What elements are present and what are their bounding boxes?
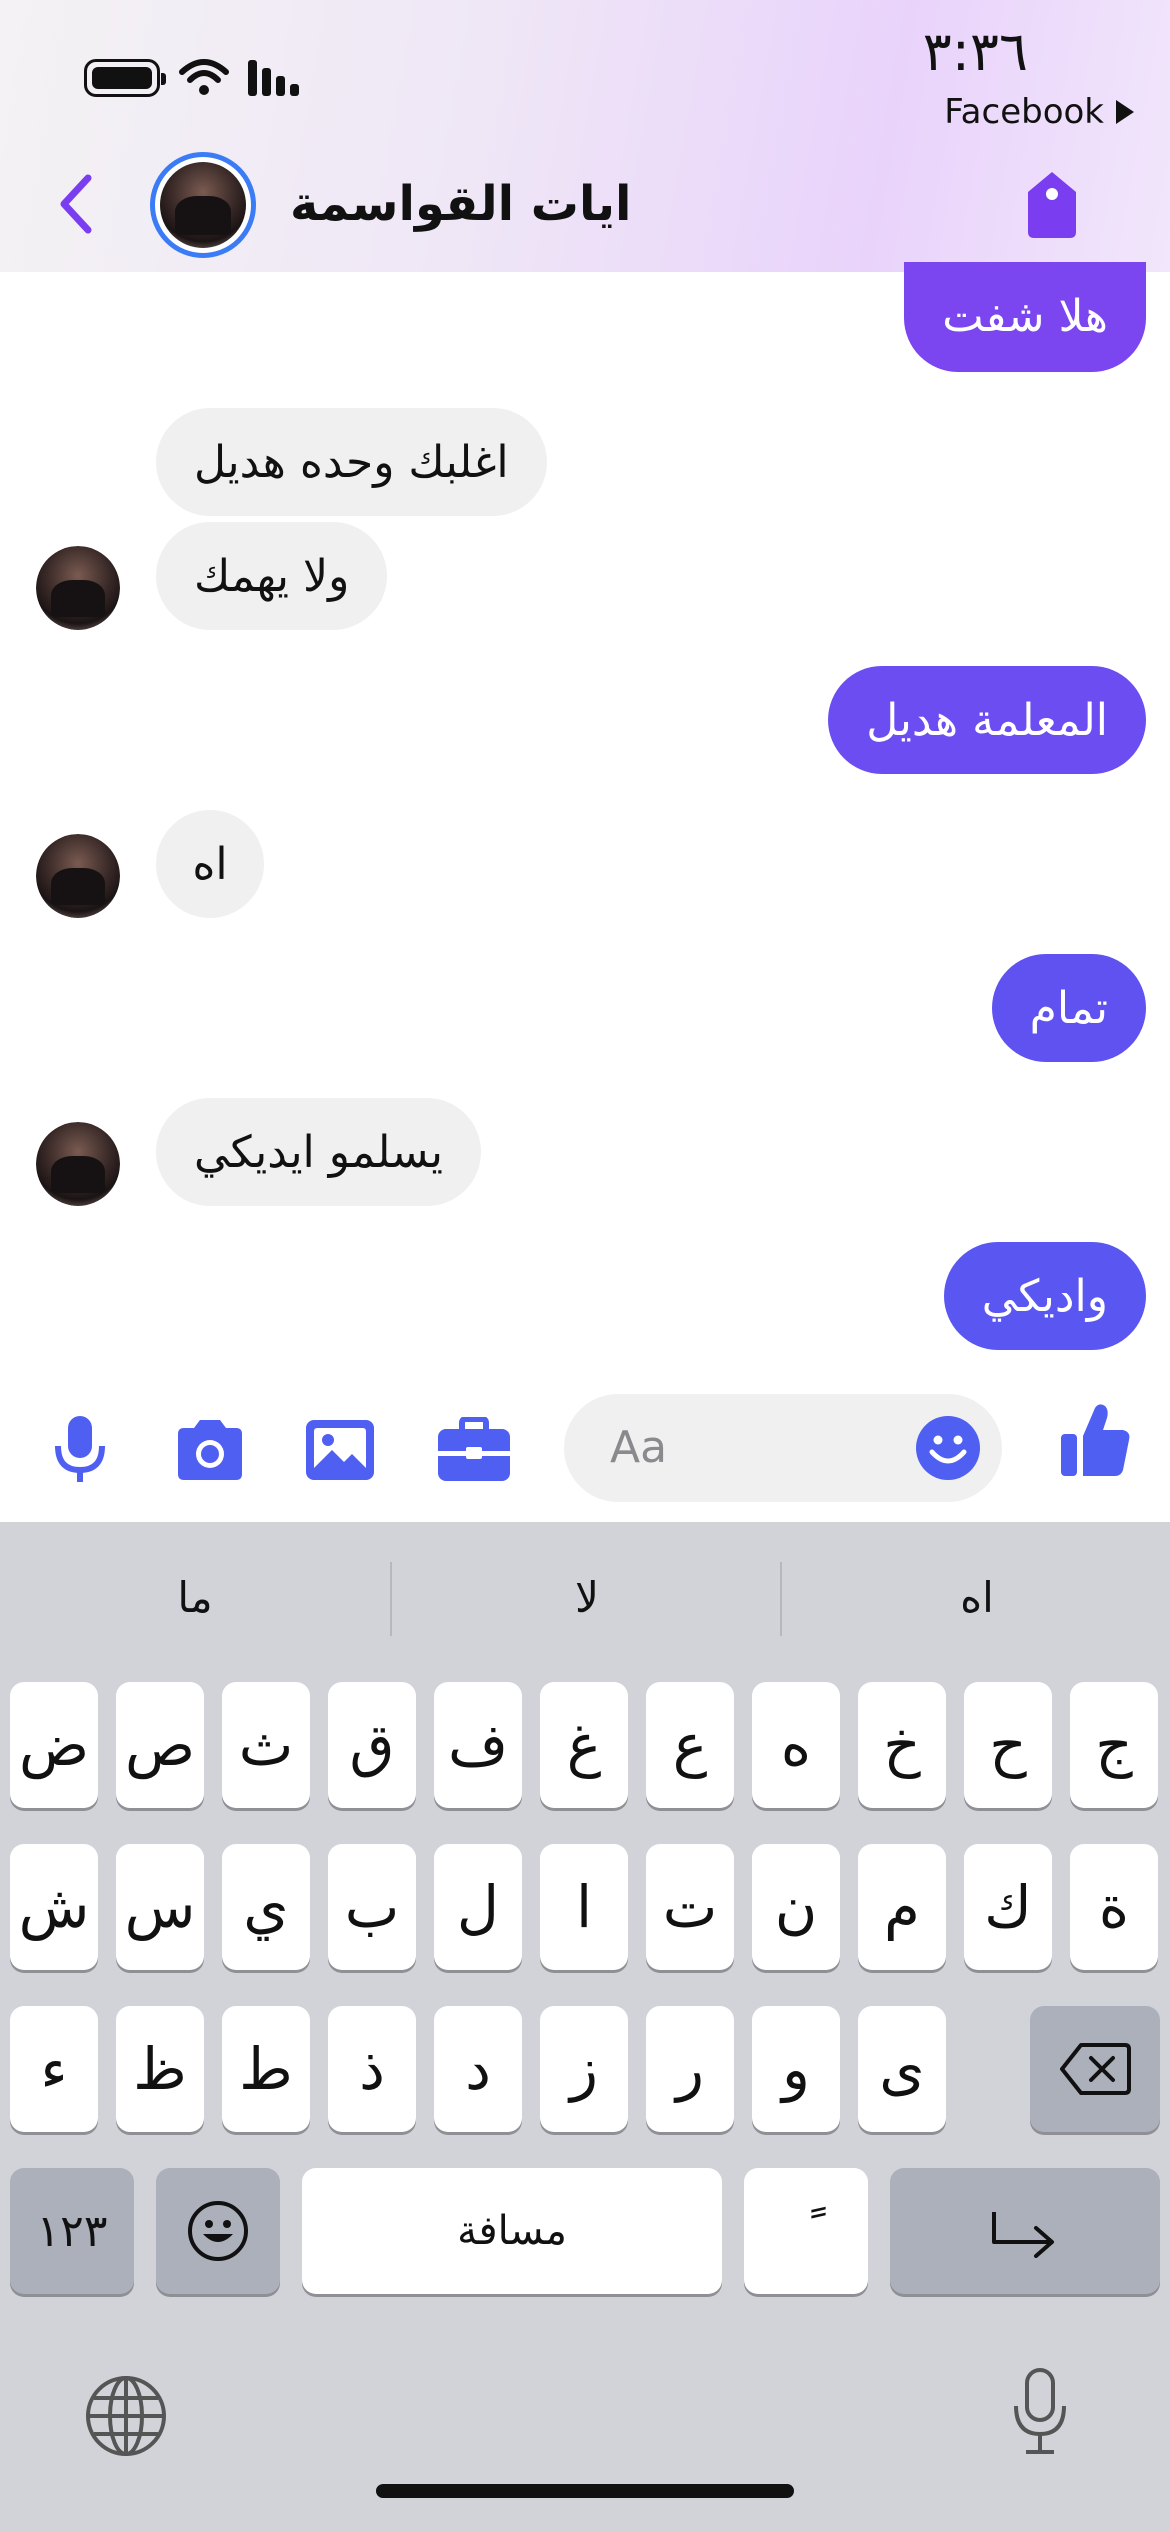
numbers-key[interactable]: ١٢٣ (10, 2168, 134, 2294)
suggestion[interactable]: لا (392, 1522, 782, 1672)
suggestion-bar: ما لا اه (0, 1522, 1170, 1672)
key[interactable]: ر (646, 2006, 734, 2132)
suggestion[interactable]: اه (782, 1522, 1170, 1672)
image-icon (306, 1420, 374, 1480)
return-key[interactable] (890, 2168, 1160, 2294)
key[interactable]: ح (964, 1682, 1052, 1808)
thumbs-up-icon (1061, 1404, 1130, 1476)
key[interactable]: ذ (328, 2006, 416, 2132)
key[interactable]: غ (540, 1682, 628, 1808)
key[interactable]: و (752, 2006, 840, 2132)
home-indicator[interactable] (376, 2484, 794, 2498)
key[interactable]: ء (10, 2006, 98, 2132)
key[interactable]: ع (646, 1682, 734, 1808)
wifi-icon (179, 59, 229, 95)
sender-avatar[interactable] (36, 546, 120, 630)
battery-icon (84, 59, 166, 97)
signal-icon (248, 60, 299, 96)
key[interactable]: ف (434, 1682, 522, 1808)
keyboard: ما لا اه ض ص ث ق ف غ ع ه خ ح ج ش س ي ب ل… (0, 1522, 1170, 2532)
gallery-button[interactable] (300, 1410, 380, 1490)
return-arrow-icon (992, 2212, 1054, 2258)
microphone-button[interactable] (40, 1410, 120, 1490)
key[interactable]: ض (10, 1682, 98, 1808)
key[interactable]: ط (222, 2006, 310, 2132)
key[interactable]: ص (116, 1682, 204, 1808)
message-incoming[interactable]: يسلمو ايديكي (156, 1098, 482, 1206)
key[interactable]: ز (540, 2006, 628, 2132)
key[interactable]: د (434, 2006, 522, 2132)
message-outgoing[interactable]: المعلمة هديل (828, 666, 1146, 774)
camera-icon (178, 1420, 242, 1480)
key[interactable]: س (116, 1844, 204, 1970)
briefcase-icon (438, 1417, 510, 1481)
key[interactable]: ل (434, 1844, 522, 1970)
emoji-face-icon (188, 2201, 248, 2261)
sender-avatar[interactable] (36, 1122, 120, 1206)
key[interactable]: ي (222, 1844, 310, 1970)
key[interactable]: ى (858, 2006, 946, 2132)
message-outgoing[interactable]: هلا شفت (904, 262, 1146, 372)
space-key[interactable]: مسافة (302, 2168, 722, 2294)
dictation-mic-icon[interactable] (1010, 2366, 1070, 2458)
chat-title[interactable]: ايات القواسمة (290, 176, 632, 232)
microphone-icon (55, 1416, 105, 1482)
back-app-label: Facebook (944, 92, 1104, 132)
key[interactable]: ث (222, 1682, 310, 1808)
key[interactable]: ا (540, 1844, 628, 1970)
chat-avatar[interactable] (150, 152, 256, 258)
camera-button[interactable] (170, 1410, 250, 1490)
message-input[interactable]: Aa (564, 1394, 1002, 1502)
chevron-left-icon (60, 174, 92, 234)
key[interactable]: ك (964, 1844, 1052, 1970)
key[interactable]: ظ (116, 2006, 204, 2132)
key[interactable]: ب (328, 1844, 416, 1970)
message-incoming[interactable]: اغلبك وحده هديل (156, 408, 547, 516)
message-composer: Aa (0, 1380, 1170, 1520)
key[interactable]: م (858, 1844, 946, 1970)
status-icons (84, 58, 299, 98)
key[interactable]: ه (752, 1682, 840, 1808)
message-outgoing[interactable]: واديكي (943, 1242, 1146, 1350)
apps-button[interactable] (434, 1410, 514, 1490)
like-button[interactable] (1050, 1400, 1140, 1480)
diacritic-key[interactable]: ً (744, 2168, 868, 2294)
emoji-icon[interactable] (914, 1414, 982, 1482)
status-time: ٣:٣٦ (922, 20, 1028, 83)
play-triangle-icon (1116, 100, 1134, 124)
tag-icon[interactable] (1024, 170, 1080, 240)
key[interactable]: ش (10, 1844, 98, 1970)
input-placeholder: Aa (610, 1422, 668, 1473)
message-outgoing[interactable]: تمام (991, 954, 1146, 1062)
back-button[interactable] (50, 174, 102, 234)
key[interactable]: ن (752, 1844, 840, 1970)
globe-icon[interactable] (84, 2374, 168, 2458)
key[interactable]: ق (328, 1682, 416, 1808)
key[interactable]: ج (1070, 1682, 1158, 1808)
backspace-key[interactable] (1030, 2006, 1160, 2132)
chat-header: ٣:٣٦ Facebook ايات القواسمة (0, 0, 1170, 272)
sender-avatar[interactable] (36, 834, 120, 918)
key[interactable]: خ (858, 1682, 946, 1808)
suggestion[interactable]: ما (0, 1522, 390, 1672)
backspace-icon (1060, 2043, 1131, 2095)
key[interactable]: ت (646, 1844, 734, 1970)
key[interactable]: ة (1070, 1844, 1158, 1970)
avatar-image (160, 162, 246, 248)
message-incoming[interactable]: ولا يهمك (156, 522, 388, 630)
back-to-app-link[interactable]: Facebook (944, 92, 1134, 132)
message-incoming[interactable]: اه (156, 810, 264, 918)
emoji-key[interactable] (156, 2168, 280, 2294)
